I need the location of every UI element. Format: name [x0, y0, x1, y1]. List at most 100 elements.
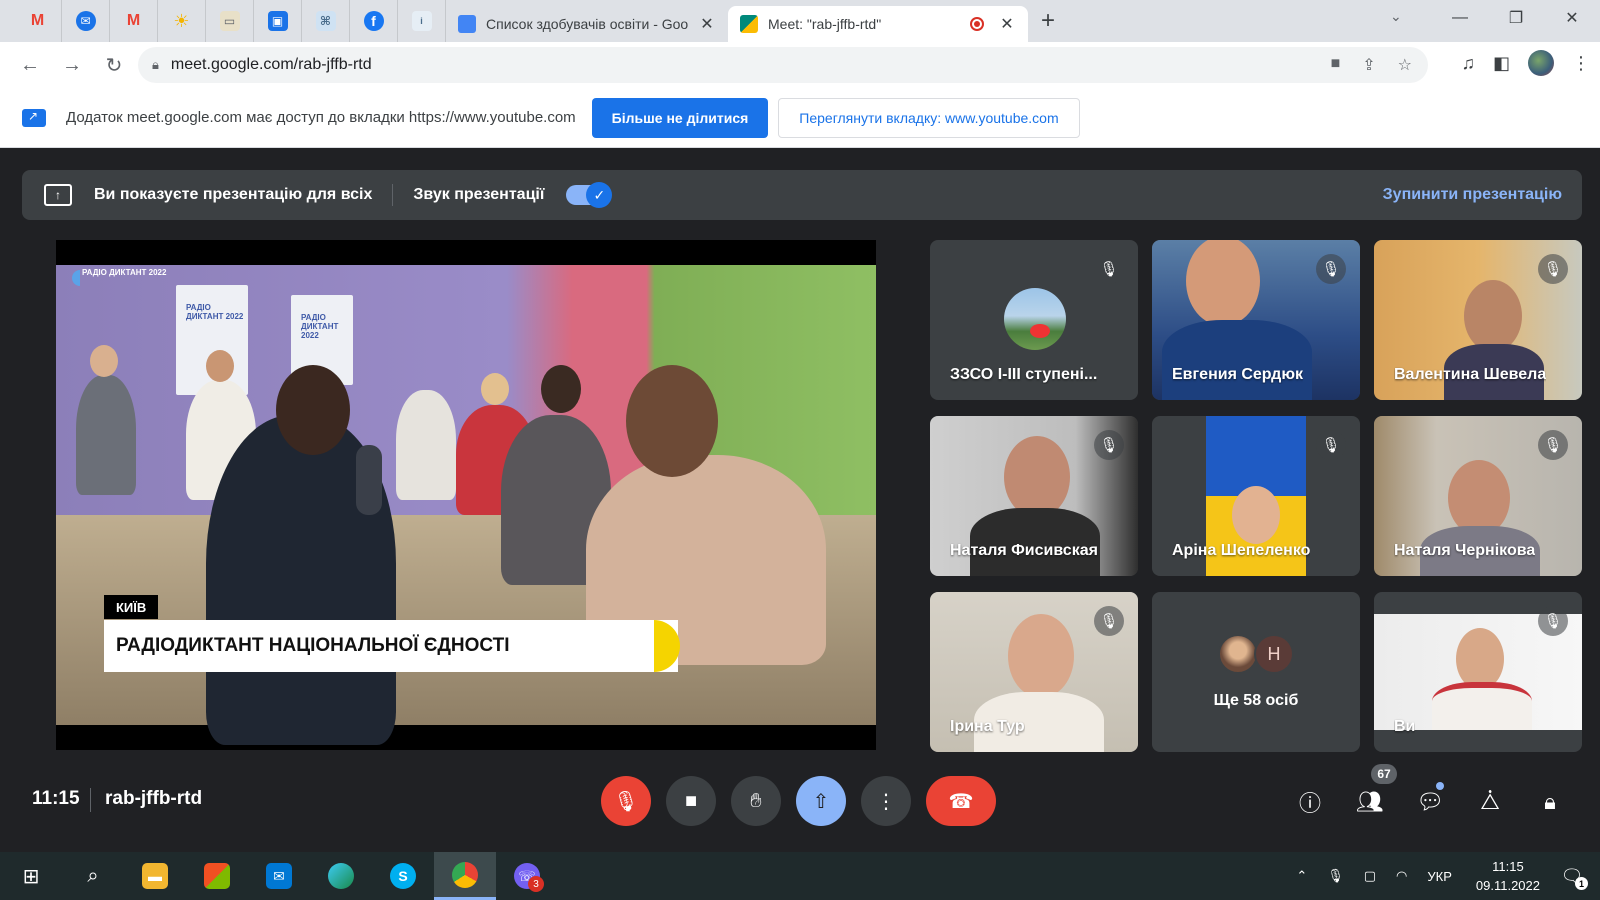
camera-button[interactable]: ■ — [666, 776, 716, 826]
view-tab-button[interactable]: Переглянути вкладку: www.youtube.com — [778, 97, 1080, 138]
participant-name: Евгения Сердюк — [1172, 366, 1304, 383]
participant-name: ЗЗСО І-ІІІ ступені... — [950, 366, 1098, 383]
mic-off-icon: 🎙︎ — [1316, 430, 1346, 460]
microphone — [356, 445, 382, 515]
search-icon: ⌕ — [87, 864, 99, 887]
forward-icon[interactable]: → — [52, 45, 92, 85]
presentation-audio-toggle[interactable]: ✓ — [566, 182, 613, 208]
participant-tile[interactable]: 🎙︎ Аріна Шепеленко — [1152, 416, 1360, 576]
tab-sharing-infobar: Додаток meet.google.com має доступ до вк… — [0, 88, 1600, 148]
mail-icon: ✉ — [266, 863, 292, 889]
pinned-tab-imzo[interactable]: i — [398, 0, 446, 42]
participant-tile[interactable]: 🎙︎ ЗЗСО І-ІІІ ступені... — [930, 240, 1138, 400]
participant-tile[interactable]: 🎙︎ Валентина Шевела — [1374, 240, 1582, 400]
pinned-tab-facebook[interactable]: f — [350, 0, 398, 42]
tab-meet[interactable]: Meet: "rab-jffb-rtd" ✕ — [728, 6, 1028, 42]
clock-date[interactable]: 11:15 09.11.2022 — [1476, 857, 1540, 895]
chat-icon: 💬︎ — [1416, 789, 1444, 814]
participant-face — [1464, 280, 1522, 352]
presenting-label: Ви показуєте презентацію для всіх — [94, 186, 373, 203]
raise-hand-button[interactable]: ✋︎ — [731, 776, 781, 826]
present-screen-icon: ↑ — [44, 184, 72, 206]
pinned-tab-tablet[interactable]: ▭ — [206, 0, 254, 42]
close-icon[interactable]: ✕ — [698, 14, 716, 34]
more-participants-tile[interactable]: Н Ще 58 осіб — [1152, 592, 1360, 752]
participant-name: Аріна Шепеленко — [1172, 542, 1311, 559]
pinned-tab-screen[interactable]: ▣ — [254, 0, 302, 42]
pinned-tab-sun[interactable]: ☀ — [158, 0, 206, 42]
people-button[interactable]: 👥︎ — [1350, 782, 1390, 822]
chrome-icon — [452, 861, 478, 888]
search-button[interactable]: ⌕ — [62, 852, 124, 900]
windows-icon: ⊞ — [22, 865, 40, 888]
media-icon[interactable]: ♫ — [1461, 53, 1475, 74]
taskbar-edge[interactable] — [310, 852, 372, 900]
menu-icon[interactable]: ⋮ — [1572, 53, 1590, 74]
participant-tile[interactable]: 🎙︎ Ірина Тур — [930, 592, 1138, 752]
present-screen-icon: ⇧ — [812, 790, 830, 813]
host-controls-button[interactable]: 🔒︎ — [1530, 782, 1570, 822]
edge-icon — [328, 863, 354, 889]
more-options-button[interactable]: ⋮ — [861, 776, 911, 826]
taskbar-store[interactable] — [186, 852, 248, 900]
pinned-tab-messenger[interactable]: ✉ — [62, 0, 110, 42]
close-window-icon[interactable]: ✕ — [1544, 0, 1600, 36]
participant-name: Наталя Фисивская — [950, 542, 1098, 559]
address-bar[interactable]: 🔒︎ meet.google.com/rab-jffb-rtd ■ ⇪ ☆ — [138, 47, 1428, 83]
new-tab-button[interactable]: + — [1028, 0, 1068, 42]
screen-icon: ▣ — [267, 11, 288, 31]
minimize-icon[interactable]: — — [1432, 0, 1488, 36]
docs-icon — [458, 15, 476, 33]
messenger-icon: ✉ — [75, 11, 96, 31]
start-button[interactable]: ⊞ — [0, 852, 62, 900]
leave-call-button[interactable]: ☎︎ — [926, 776, 996, 826]
self-tile[interactable]: 🎙︎ Ви — [1374, 592, 1582, 752]
microphone-icon[interactable]: 🎙︎ — [1327, 868, 1344, 884]
tab-search-icon[interactable]: ⌄ — [1390, 8, 1402, 25]
activities-button[interactable]: ⧊ — [1470, 782, 1510, 822]
meeting-clock: 11:15 — [32, 788, 80, 809]
profile-avatar[interactable] — [1528, 50, 1554, 76]
chevron-up-icon[interactable]: ⌃ — [1296, 868, 1307, 884]
taskbar-chrome[interactable] — [434, 852, 496, 900]
mic-off-icon: 🎙︎ — [1094, 430, 1124, 460]
taskbar-skype[interactable]: S — [372, 852, 434, 900]
reload-icon[interactable]: ↻ — [94, 45, 134, 85]
language-indicator[interactable]: УКР — [1427, 869, 1452, 884]
side-panel-icon[interactable]: ◧ — [1493, 53, 1510, 74]
pinned-tab-map[interactable]: ⌘ — [302, 0, 350, 42]
taskbar-file-explorer[interactable]: ▬ — [124, 852, 186, 900]
window-controls: — ❐ ✕ — [1432, 0, 1600, 36]
share-icon[interactable]: ⇪ — [1362, 55, 1375, 75]
back-icon[interactable]: ← — [10, 45, 50, 85]
taskbar-viber[interactable]: ☏ 3 — [496, 852, 558, 900]
participant-name: Валентина Шевела — [1394, 366, 1547, 383]
present-button[interactable]: ⇧ — [796, 776, 846, 826]
star-icon[interactable]: ☆ — [1398, 55, 1412, 75]
meeting-info-button[interactable]: ⓘ — [1290, 782, 1330, 822]
close-icon[interactable]: ✕ — [998, 14, 1016, 34]
mic-off-icon: 🎙︎ — [1538, 254, 1568, 284]
participant-tile[interactable]: 🎙︎ Наталя Фисивская — [930, 416, 1138, 576]
store-icon — [204, 863, 230, 889]
stop-presentation-button[interactable]: Зупинити презентацію — [1383, 186, 1562, 204]
pinned-tab-gmail[interactable]: M — [14, 0, 62, 42]
display-icon[interactable]: ▢ — [1364, 868, 1376, 884]
restore-icon[interactable]: ❐ — [1488, 0, 1544, 36]
participant-avatar — [1218, 634, 1258, 674]
camera-icon[interactable]: ■ — [1331, 55, 1341, 75]
divider — [392, 184, 394, 206]
divider — [90, 788, 91, 812]
wifi-icon[interactable]: ◠ — [1396, 868, 1407, 884]
microphone-button[interactable]: 🎙︎ — [601, 776, 651, 826]
taskbar-mail[interactable]: ✉ — [248, 852, 310, 900]
phone-hangup-icon: ☎︎ — [948, 790, 974, 813]
stop-sharing-button[interactable]: Більше не ділитися — [591, 97, 769, 138]
chat-button[interactable]: 💬︎ — [1410, 782, 1450, 822]
participant-tile[interactable]: 🎙︎ Евгения Сердюк — [1152, 240, 1360, 400]
tab-students-list[interactable]: Список здобувачів освіти - Goo ✕ — [446, 6, 728, 42]
pinned-tab-gmail-2[interactable]: M — [110, 0, 158, 42]
participant-tile[interactable]: 🎙︎ Наталя Чернікова — [1374, 416, 1582, 576]
notification-center[interactable]: 🗨︎ 1 — [1554, 862, 1590, 890]
presentation-audio-label: Звук презентації — [413, 186, 545, 203]
